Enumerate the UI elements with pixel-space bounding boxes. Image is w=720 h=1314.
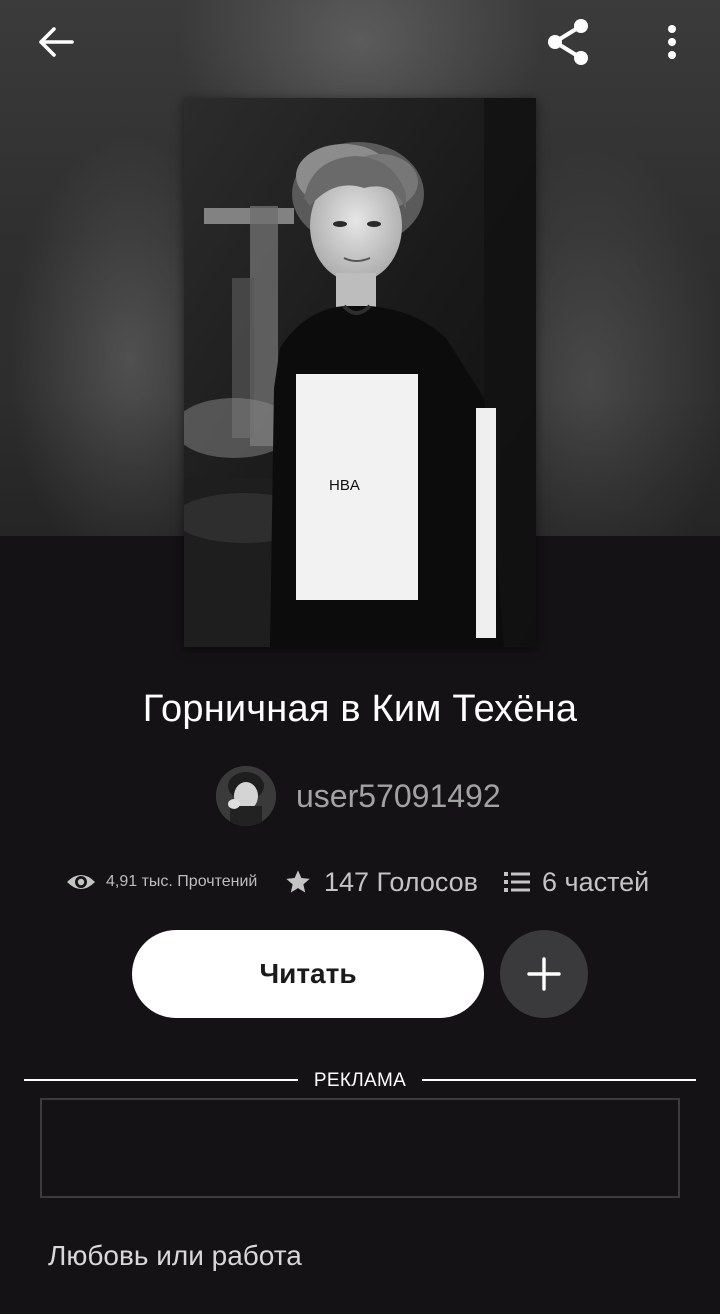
ad-divider: РЕКЛАМА bbox=[24, 1068, 696, 1092]
author-name[interactable]: user57091492 bbox=[296, 778, 501, 815]
share-icon bbox=[548, 19, 588, 65]
reads-count: 4,91 тыс. Прочтений bbox=[106, 873, 258, 890]
cover-image: HBA bbox=[184, 98, 536, 647]
more-vertical-icon bbox=[668, 25, 676, 59]
list-icon bbox=[504, 872, 530, 892]
book-title: Горничная в Ким Техёна bbox=[142, 688, 578, 730]
avatar[interactable] bbox=[216, 766, 276, 826]
author-link[interactable]: user57091492 bbox=[216, 766, 501, 826]
back-button[interactable] bbox=[26, 14, 86, 70]
ad-slot[interactable] bbox=[40, 1098, 680, 1198]
votes-stat: 147 Голосов bbox=[284, 867, 504, 898]
ad-label: РЕКЛАМА bbox=[313, 1070, 407, 1091]
parts-stat[interactable]: 6 частей bbox=[504, 867, 649, 898]
add-to-library-button[interactable] bbox=[500, 930, 588, 1018]
story-stats: 4,91 тыс. Прочтений 147 Голосов 6 частей bbox=[66, 862, 686, 902]
eye-icon bbox=[67, 875, 95, 889]
divider-line-right bbox=[422, 1079, 696, 1081]
reads-stat: 4,91 тыс. Прочтений bbox=[66, 871, 284, 893]
book-cover[interactable]: HBA bbox=[184, 98, 536, 647]
share-button[interactable] bbox=[538, 14, 598, 70]
arrow-left-icon bbox=[39, 27, 74, 57]
parts-count[interactable]: 6 частей bbox=[542, 867, 649, 898]
more-options-button[interactable] bbox=[642, 14, 702, 70]
votes-count: 147 Голосов bbox=[324, 866, 479, 897]
avatar-image bbox=[216, 766, 276, 826]
read-button[interactable]: Читать bbox=[132, 930, 484, 1018]
plus-icon bbox=[527, 957, 561, 991]
star-icon bbox=[286, 870, 310, 893]
description-first-line: Любовь или работа bbox=[48, 1240, 302, 1271]
divider-line-left bbox=[24, 1079, 298, 1081]
svg-text:HBA: HBA bbox=[329, 477, 360, 494]
